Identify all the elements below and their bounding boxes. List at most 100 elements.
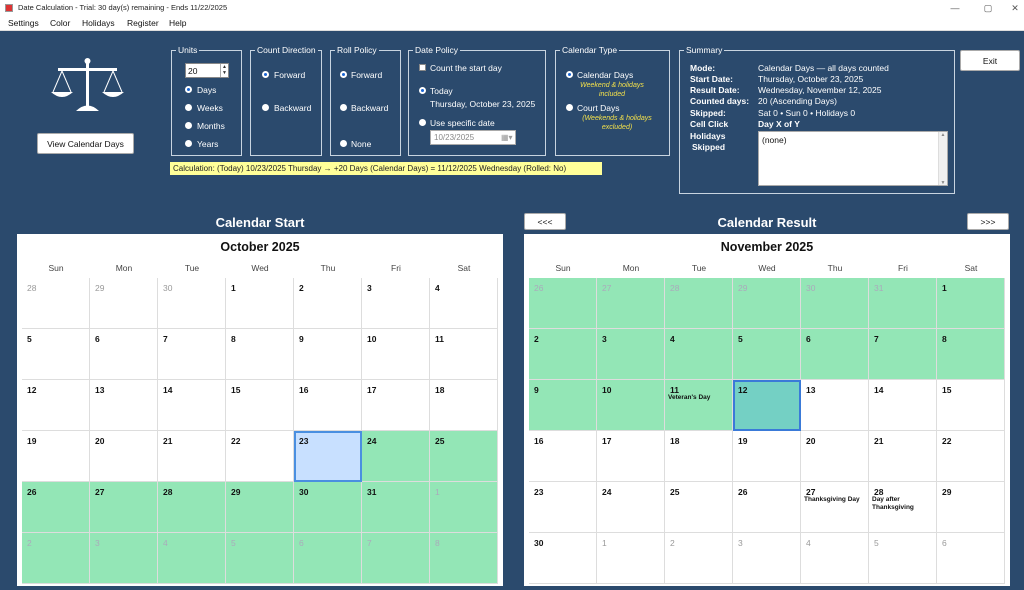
day-cell[interactable]: 9 — [529, 380, 597, 431]
roll-backward-radio[interactable] — [340, 104, 347, 111]
day-cell[interactable]: 15 — [937, 380, 1005, 431]
day-cell[interactable]: 2 — [529, 329, 597, 380]
previous-month-button[interactable]: <<< — [524, 213, 566, 230]
next-month-button[interactable]: >>> — [967, 213, 1009, 230]
calendar-dropdown-icon[interactable]: ▦▾ — [501, 133, 513, 142]
day-cell[interactable]: 7 — [158, 329, 226, 380]
day-cell[interactable]: 7 — [869, 329, 937, 380]
day-cell[interactable]: 4 — [665, 329, 733, 380]
day-cell[interactable]: 18 — [665, 431, 733, 482]
day-cell[interactable]: 12 — [22, 380, 90, 431]
calendar-days-radio[interactable] — [566, 71, 573, 78]
day-cell[interactable]: 7 — [362, 533, 430, 584]
day-cell[interactable]: 4 — [158, 533, 226, 584]
day-cell[interactable]: 9 — [294, 329, 362, 380]
day-cell[interactable]: 29 — [90, 278, 158, 329]
direction-forward-radio[interactable] — [262, 71, 269, 78]
day-cell[interactable]: 2 — [665, 533, 733, 584]
menu-color[interactable]: Color — [50, 16, 70, 31]
date-specific-radio[interactable] — [419, 119, 426, 126]
day-cell[interactable]: 30 — [529, 533, 597, 584]
count-start-day-checkbox[interactable] — [419, 64, 426, 71]
day-cell[interactable]: 5 — [733, 329, 801, 380]
view-calendar-days-button[interactable]: View Calendar Days — [37, 133, 134, 154]
court-days-radio[interactable] — [566, 104, 573, 111]
holidays-skipped-list[interactable]: (none) ▲ ▼ — [758, 131, 948, 186]
day-cell[interactable]: 3 — [90, 533, 158, 584]
date-today-radio[interactable] — [419, 87, 426, 94]
day-cell[interactable]: 16 — [294, 380, 362, 431]
units-days-radio[interactable] — [185, 86, 192, 93]
day-cell[interactable]: 26 — [529, 278, 597, 329]
holidays-list-scrollbar[interactable]: ▲ ▼ — [938, 132, 947, 186]
day-cell[interactable]: 3 — [362, 278, 430, 329]
day-cell[interactable]: 30 — [801, 278, 869, 329]
maximize-button[interactable]: ▢ — [973, 0, 1003, 16]
menu-register[interactable]: Register — [127, 16, 159, 31]
specific-date-picker[interactable]: 10/23/2025 ▦▾ — [430, 130, 516, 145]
day-cell[interactable]: 23 — [529, 482, 597, 533]
day-cell[interactable]: 11 Veteran's Day — [665, 380, 733, 431]
close-button[interactable]: ✕ — [1000, 0, 1024, 16]
day-cell[interactable]: 8 — [430, 533, 498, 584]
exit-button[interactable]: Exit — [960, 50, 1020, 71]
day-cell[interactable]: 10 — [597, 380, 665, 431]
day-cell[interactable]: 24 — [362, 431, 430, 482]
day-cell[interactable]: 18 — [430, 380, 498, 431]
day-cell[interactable]: 30 — [294, 482, 362, 533]
day-cell[interactable]: 22 — [226, 431, 294, 482]
menu-settings[interactable]: Settings — [8, 16, 39, 31]
day-cell[interactable]: 4 — [801, 533, 869, 584]
day-cell[interactable]: 25 — [665, 482, 733, 533]
day-cell[interactable]: 8 — [937, 329, 1005, 380]
day-cell[interactable]: 17 — [597, 431, 665, 482]
day-cell[interactable]: 28 — [665, 278, 733, 329]
day-cell[interactable]: 5 — [869, 533, 937, 584]
minimize-button[interactable]: — — [940, 0, 970, 16]
units-weeks-radio[interactable] — [185, 104, 192, 111]
day-cell[interactable]: 20 — [90, 431, 158, 482]
roll-none-radio[interactable] — [340, 140, 347, 147]
units-value-input[interactable]: 20 ▲ ▼ — [185, 63, 229, 78]
day-cell[interactable]: 28 — [158, 482, 226, 533]
day-cell[interactable]: 6 — [90, 329, 158, 380]
result-date-cell[interactable]: 12 — [733, 380, 801, 431]
day-cell[interactable]: 28 Day after Thanksgiving — [869, 482, 937, 533]
day-cell[interactable]: 30 — [158, 278, 226, 329]
day-cell[interactable]: 1 — [430, 482, 498, 533]
units-spinner[interactable]: ▲ ▼ — [220, 64, 228, 77]
day-cell[interactable]: 27 Thanksgiving Day — [801, 482, 869, 533]
day-cell[interactable]: 4 — [430, 278, 498, 329]
day-cell[interactable]: 2 — [22, 533, 90, 584]
day-cell[interactable]: 5 — [22, 329, 90, 380]
day-cell[interactable]: 19 — [733, 431, 801, 482]
day-cell[interactable]: 13 — [90, 380, 158, 431]
day-cell[interactable]: 8 — [226, 329, 294, 380]
day-cell[interactable]: 20 — [801, 431, 869, 482]
day-cell[interactable]: 1 — [597, 533, 665, 584]
day-cell[interactable]: 1 — [937, 278, 1005, 329]
day-cell[interactable]: 3 — [597, 329, 665, 380]
day-cell[interactable]: 26 — [22, 482, 90, 533]
units-years-radio[interactable] — [185, 140, 192, 147]
day-cell[interactable]: 21 — [869, 431, 937, 482]
units-months-radio[interactable] — [185, 122, 192, 129]
day-cell[interactable]: 26 — [733, 482, 801, 533]
day-cell[interactable]: 31 — [869, 278, 937, 329]
day-cell[interactable]: 15 — [226, 380, 294, 431]
day-cell[interactable]: 10 — [362, 329, 430, 380]
day-cell[interactable]: 3 — [733, 533, 801, 584]
start-date-cell[interactable]: 23 — [294, 431, 362, 482]
menu-holidays[interactable]: Holidays — [82, 16, 115, 31]
day-cell[interactable]: 25 — [430, 431, 498, 482]
day-cell[interactable]: 27 — [90, 482, 158, 533]
day-cell[interactable]: 19 — [22, 431, 90, 482]
direction-backward-radio[interactable] — [262, 104, 269, 111]
day-cell[interactable]: 6 — [937, 533, 1005, 584]
day-cell[interactable]: 17 — [362, 380, 430, 431]
day-cell[interactable]: 31 — [362, 482, 430, 533]
day-cell[interactable]: 29 — [226, 482, 294, 533]
day-cell[interactable]: 6 — [294, 533, 362, 584]
menu-help[interactable]: Help — [169, 16, 186, 31]
day-cell[interactable]: 24 — [597, 482, 665, 533]
